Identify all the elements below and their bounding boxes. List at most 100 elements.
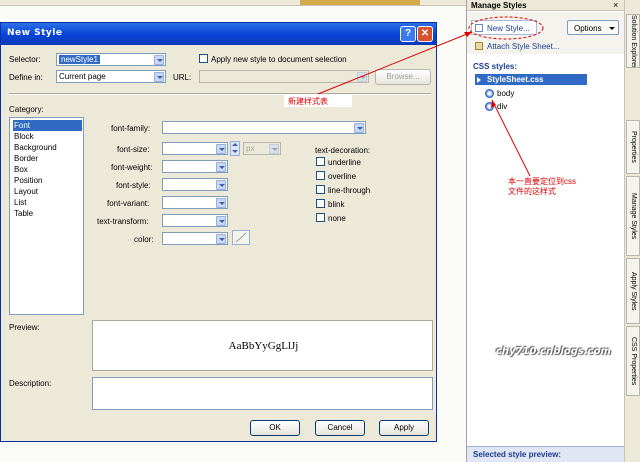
font-family-select[interactable] — [162, 121, 366, 134]
browse-button[interactable]: Browse... — [375, 69, 431, 85]
font-size-select[interactable] — [162, 142, 228, 155]
annotation-new-stylesheet: 新建样式表 — [288, 97, 328, 106]
line-through-checkbox[interactable] — [316, 185, 325, 194]
color-picker-button[interactable] — [232, 230, 250, 245]
chevron-down-icon — [609, 27, 615, 30]
category-item-font[interactable]: Font — [13, 120, 82, 131]
font-size-unit: px — [246, 144, 255, 153]
define-in-label: Define in: — [9, 73, 43, 82]
options-label: Options — [574, 24, 602, 33]
font-size-label: font-size: — [117, 145, 150, 154]
color-select[interactable] — [162, 232, 228, 245]
dialog-title: New Style — [7, 28, 63, 38]
panel-close-icon[interactable]: × — [613, 0, 618, 10]
category-item-position[interactable]: Position — [13, 175, 82, 186]
manage-styles-panel: Manage Styles × New Style... Options Att… — [466, 0, 625, 462]
close-button[interactable]: ✕ — [417, 26, 433, 42]
chevron-down-icon[interactable] — [216, 216, 226, 226]
category-label: Category: — [9, 105, 44, 114]
category-item-list[interactable]: List — [13, 197, 82, 208]
rule-item-body[interactable]: body — [485, 88, 545, 99]
none-label: none — [328, 214, 346, 223]
font-family-label: font-family: — [111, 124, 151, 133]
selector-combobox[interactable]: newStyle1 — [56, 53, 166, 66]
chevron-down-icon[interactable] — [216, 180, 226, 190]
new-style-icon — [475, 24, 483, 32]
ok-button[interactable]: OK — [250, 420, 300, 436]
font-style-select[interactable] — [162, 178, 228, 191]
define-in-select[interactable]: Current page — [56, 70, 166, 83]
selected-style-preview-label: Selected style preview: — [473, 450, 562, 459]
rule-dot-icon — [485, 102, 494, 111]
chevron-down-icon[interactable] — [216, 234, 226, 244]
panel-toolbar: New Style... Options Attach Style Sheet.… — [467, 12, 625, 54]
apply-button[interactable]: Apply — [379, 420, 429, 436]
apply-to-selection-checkbox[interactable] — [199, 54, 208, 63]
panel-footer: Selected style preview: — [467, 446, 625, 462]
annotation-locate-line2: 文件的这样式 — [508, 187, 556, 196]
tab-apply-styles[interactable]: Apply Styles — [626, 258, 640, 324]
tab-properties[interactable]: Properties — [626, 120, 640, 174]
url-select[interactable] — [199, 70, 369, 83]
tab-solution-explorer[interactable]: Solution Explorer — [626, 14, 640, 68]
chevron-down-icon[interactable] — [216, 144, 226, 154]
attach-style-sheet-label: Attach Style Sheet... — [487, 42, 560, 51]
define-in-value: Current page — [59, 72, 106, 81]
font-weight-label: font-weight: — [111, 163, 153, 172]
font-weight-select[interactable] — [162, 160, 228, 173]
preview-label: Preview: — [9, 323, 40, 332]
new-style-button[interactable]: New Style... — [471, 20, 537, 35]
new-style-label: New Style... — [487, 24, 530, 33]
category-item-block[interactable]: Block — [13, 131, 82, 142]
css-styles-label: CSS styles: — [473, 62, 518, 71]
category-item-layout[interactable]: Layout — [13, 186, 82, 197]
category-item-table[interactable]: Table — [13, 208, 82, 219]
category-item-border[interactable]: Border — [13, 153, 82, 164]
chevron-down-icon[interactable] — [154, 55, 164, 65]
chevron-down-icon[interactable] — [216, 162, 226, 172]
tab-manage-styles[interactable]: Manage Styles — [626, 176, 640, 256]
preview-text: AaBbYyGgLlJj — [228, 340, 299, 352]
dialog-titlebar[interactable]: New Style ? ✕ — [1, 23, 436, 45]
chevron-down-icon[interactable] — [216, 198, 226, 208]
watermark: chy710.cnblogs.com — [496, 346, 611, 357]
category-item-box[interactable]: Box — [13, 164, 82, 175]
apply-to-selection-label: Apply new style to document selection — [211, 55, 347, 64]
rule-div-label: div — [497, 102, 508, 111]
panel-title: Manage Styles — [471, 1, 527, 10]
expand-arrow-icon[interactable] — [477, 77, 481, 83]
stylesheet-node[interactable]: StyleSheet.css — [475, 74, 587, 85]
url-label: URL: — [173, 73, 192, 82]
editor-tab-strip — [300, 0, 420, 5]
none-checkbox[interactable] — [316, 213, 325, 222]
rule-item-div[interactable]: div — [485, 101, 545, 112]
arrow-down-icon[interactable] — [232, 150, 238, 153]
text-decoration-label: text-decoration: — [315, 146, 371, 155]
overline-checkbox[interactable] — [316, 171, 325, 180]
arrow-up-icon[interactable] — [232, 143, 238, 146]
tab-css-properties[interactable]: CSS Properties — [626, 326, 640, 396]
chevron-down-icon[interactable] — [269, 144, 279, 154]
category-item-background[interactable]: Background — [13, 142, 82, 153]
font-size-unit-select[interactable]: px — [243, 142, 281, 155]
options-button[interactable]: Options — [567, 20, 619, 35]
chevron-down-icon[interactable] — [354, 123, 364, 133]
blink-checkbox[interactable] — [316, 199, 325, 208]
panel-header: Manage Styles × — [467, 0, 625, 11]
underline-checkbox[interactable] — [316, 157, 325, 166]
font-variant-select[interactable] — [162, 196, 228, 209]
chevron-down-icon[interactable] — [357, 72, 367, 82]
color-picker-icon — [235, 232, 247, 243]
cancel-button[interactable]: Cancel — [315, 420, 365, 436]
help-button[interactable]: ? — [400, 26, 416, 42]
color-label: color: — [134, 235, 154, 244]
underline-label: underline — [328, 158, 361, 167]
text-transform-select[interactable] — [162, 214, 228, 227]
category-list[interactable]: Font Block Background Border Box Positio… — [9, 117, 84, 315]
description-box[interactable] — [92, 377, 433, 410]
side-tab-strip: Solution Explorer Properties Manage Styl… — [624, 0, 640, 462]
preview-box: AaBbYyGgLlJj — [92, 320, 433, 371]
font-size-stepper[interactable] — [230, 141, 240, 156]
attach-style-sheet-button[interactable]: Attach Style Sheet... — [475, 40, 575, 52]
chevron-down-icon[interactable] — [154, 72, 164, 82]
